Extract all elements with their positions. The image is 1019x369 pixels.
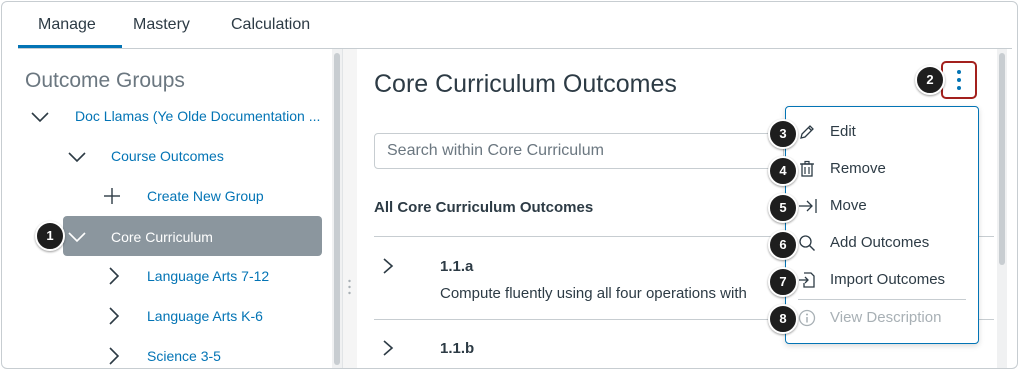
- callout-2: 2: [915, 65, 945, 95]
- tab-mastery[interactable]: Mastery: [133, 16, 190, 34]
- outcomes-window: Manage Mastery Calculation Outcome Group…: [1, 1, 1018, 369]
- chevron-down-icon: [68, 232, 86, 243]
- menu-separator: [798, 299, 966, 300]
- callout-6: 6: [768, 230, 798, 260]
- menu-item-label: View Description: [830, 309, 942, 326]
- outcome-description: Compute fluently using all four operatio…: [440, 285, 747, 302]
- tree-item-language-arts-k-6[interactable]: Language Arts K-6: [102, 301, 322, 331]
- tab-manage[interactable]: Manage: [38, 16, 96, 34]
- callout-7: 7: [768, 267, 798, 297]
- tree-item-label: Core Curriculum: [111, 229, 213, 245]
- search-input[interactable]: Search within Core Curriculum: [374, 133, 784, 169]
- tree-item-language-arts-7-12[interactable]: Language Arts 7-12: [102, 261, 322, 291]
- tree-item-label: Doc Llamas (Ye Olde Documentation ...: [75, 108, 321, 124]
- outcome-code: 1.1.b: [440, 340, 475, 357]
- tree-item-course-outcomes[interactable]: Course Outcomes: [57, 141, 322, 171]
- pencil-icon: [800, 125, 814, 139]
- outcome-groups-panel: Outcome Groups Doc Llamas (Ye Olde Docum…: [2, 49, 332, 368]
- kebab-menu-icon: [957, 70, 961, 90]
- callout-5: 5: [768, 193, 798, 223]
- menu-item-add-outcomes[interactable]: Add Outcomes: [786, 226, 978, 260]
- outcome-groups-heading: Outcome Groups: [25, 69, 185, 92]
- group-options-menu: Edit Remove Move Add Outcomes Import Out…: [785, 106, 979, 344]
- tree-item-label: Science 3-5: [147, 348, 221, 364]
- tree-item-label: Language Arts K-6: [147, 308, 263, 324]
- callout-8: 8: [768, 304, 798, 334]
- chevron-right-icon: [109, 307, 120, 325]
- tree-item-science-3-5[interactable]: Science 3-5: [102, 341, 322, 368]
- search-icon: [799, 235, 815, 251]
- drag-handle-icon: [348, 279, 351, 295]
- callout-4: 4: [768, 156, 798, 186]
- trash-icon: [800, 160, 814, 177]
- menu-item-label: Import Outcomes: [830, 271, 946, 288]
- import-icon: [799, 272, 815, 288]
- chevron-down-icon: [68, 152, 86, 163]
- right-scrollbar-thumb[interactable]: [999, 53, 1005, 265]
- chevron-right-icon: [383, 340, 394, 356]
- menu-item-label: Move: [830, 197, 867, 214]
- menu-item-label: Add Outcomes: [830, 234, 930, 251]
- tree-item-core-curriculum[interactable]: Core Curriculum: [63, 216, 322, 256]
- chevron-right-icon: [109, 267, 120, 285]
- menu-item-remove[interactable]: Remove: [786, 152, 978, 186]
- menu-item-view-description[interactable]: View Description: [786, 301, 978, 335]
- page-title: Core Curriculum Outcomes: [374, 70, 677, 98]
- info-icon: [798, 309, 816, 327]
- move-icon: [799, 199, 817, 213]
- tree-item-label: Language Arts 7-12: [147, 268, 270, 284]
- tree-item-label: Course Outcomes: [111, 148, 224, 164]
- outcome-code: 1.1.a: [440, 258, 474, 275]
- chevron-right-icon: [383, 258, 394, 274]
- callout-3: 3: [768, 119, 798, 149]
- panel-resize-handle[interactable]: [342, 49, 357, 368]
- tree-item-create-new-group[interactable]: Create New Group: [97, 181, 322, 211]
- menu-item-edit[interactable]: Edit: [786, 115, 978, 149]
- left-scrollbar-thumb[interactable]: [334, 53, 340, 365]
- menu-item-label: Remove: [830, 160, 886, 177]
- left-scrollbar[interactable]: [332, 49, 342, 368]
- menu-item-label: Edit: [830, 123, 856, 140]
- tab-calculation[interactable]: Calculation: [231, 16, 310, 34]
- group-options-button[interactable]: [941, 61, 977, 99]
- tree-item-doc-llamas[interactable]: Doc Llamas (Ye Olde Documentation ...: [22, 101, 327, 131]
- plus-icon: [104, 188, 120, 204]
- menu-item-move[interactable]: Move: [786, 189, 978, 223]
- right-scrollbar[interactable]: [997, 49, 1007, 368]
- chevron-right-icon: [109, 347, 120, 365]
- section-heading: All Core Curriculum Outcomes: [374, 199, 594, 216]
- tree-item-label: Create New Group: [147, 188, 264, 204]
- menu-item-import-outcomes[interactable]: Import Outcomes: [786, 263, 978, 297]
- chevron-down-icon: [31, 112, 49, 123]
- callout-1: 1: [35, 221, 65, 251]
